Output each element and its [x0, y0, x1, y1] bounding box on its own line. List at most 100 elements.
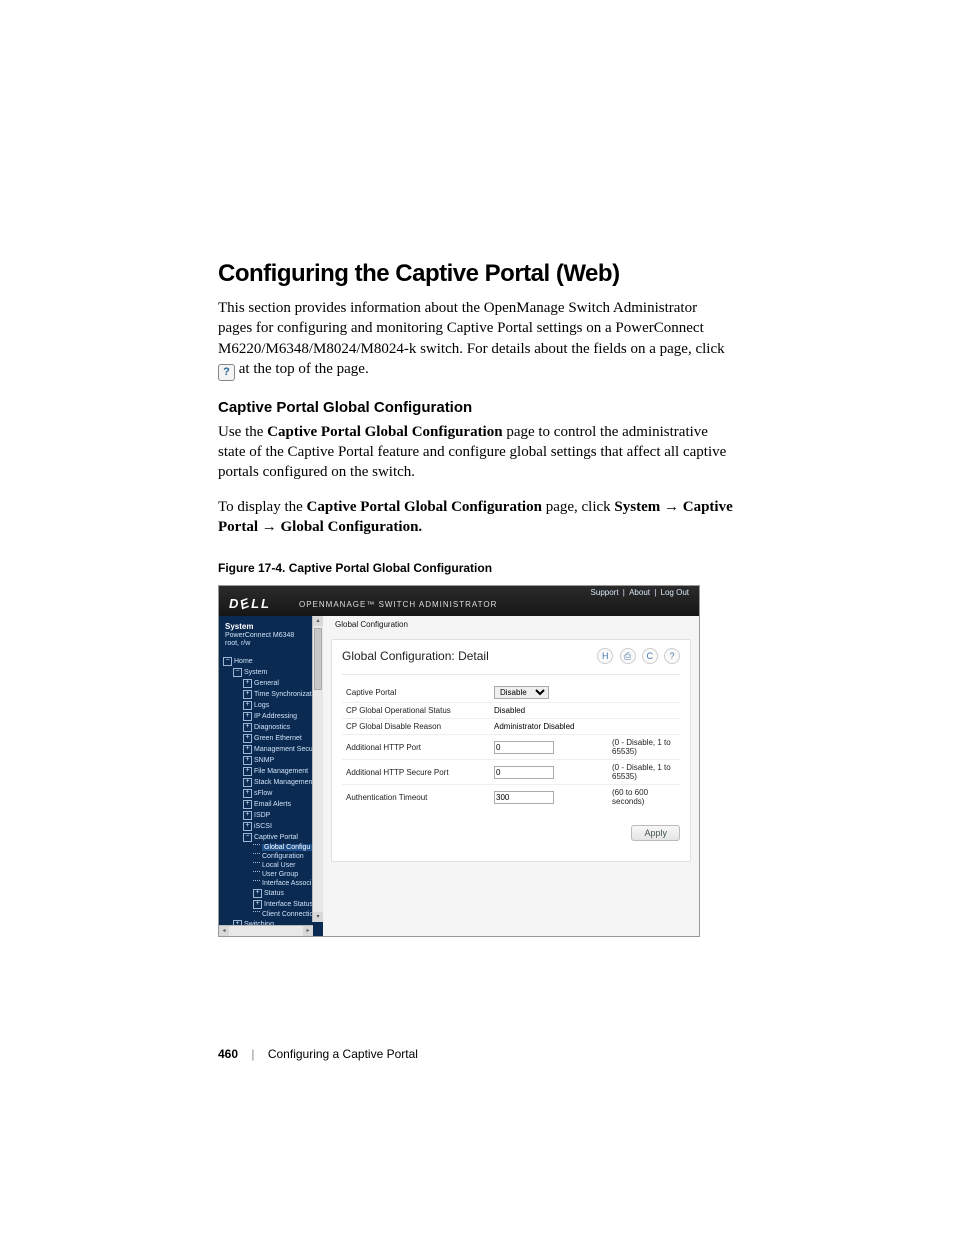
row-label: Captive Portal — [342, 683, 490, 703]
scroll-thumb[interactable] — [314, 628, 322, 690]
sidebar-model: PowerConnect M6348 — [225, 632, 317, 640]
expand-icon[interactable]: + — [243, 811, 252, 820]
p3-a: To display the — [218, 499, 307, 515]
print-icon[interactable]: ⎙ — [620, 648, 636, 664]
tree-item[interactable]: Time Synchronization — [254, 691, 321, 698]
collapse-icon[interactable]: − — [223, 657, 232, 666]
expand-icon[interactable]: + — [243, 756, 252, 765]
tree-item[interactable]: ISDP — [254, 812, 270, 819]
https-port-input[interactable] — [494, 766, 554, 779]
scroll-down-icon[interactable]: ▾ — [313, 912, 323, 922]
sidebar-hscrollbar[interactable]: ◂ ▸ — [219, 925, 313, 936]
apply-button[interactable]: Apply — [631, 825, 680, 841]
expand-icon[interactable]: + — [243, 690, 252, 699]
tree-item[interactable]: Email Alerts — [254, 801, 291, 808]
scroll-right-icon[interactable]: ▸ — [303, 926, 313, 936]
tree-cp-global-config[interactable]: Global Configu — [262, 844, 312, 851]
row-label: CP Global Disable Reason — [342, 719, 490, 735]
expand-icon[interactable]: + — [243, 800, 252, 809]
expand-icon[interactable]: + — [243, 734, 252, 743]
tree-branch-icon — [253, 853, 260, 855]
tree-cp-configuration[interactable]: Configuration — [262, 853, 304, 860]
footer-separator: | — [251, 1047, 254, 1061]
expand-icon[interactable]: + — [243, 789, 252, 798]
scroll-up-icon[interactable]: ▴ — [313, 616, 323, 626]
help-icon: ? — [218, 364, 235, 381]
config-form: Captive Portal Disable CP Global Operati… — [342, 683, 680, 809]
link-support[interactable]: Support — [591, 588, 619, 597]
collapse-icon[interactable]: − — [233, 668, 242, 677]
row-hint: (0 - Disable, 1 to 65535) — [608, 735, 680, 760]
p3-e: → — [660, 499, 683, 515]
link-logout[interactable]: Log Out — [661, 588, 689, 597]
row-label: Additional HTTP Port — [342, 735, 490, 760]
page-number: 460 — [218, 1047, 238, 1061]
tree-item[interactable]: iSCSI — [254, 823, 272, 830]
tree-item[interactable]: General — [254, 680, 279, 687]
tree-item[interactable]: SNMP — [254, 757, 274, 764]
save-icon[interactable]: H — [597, 648, 613, 664]
expand-icon[interactable]: + — [253, 900, 262, 909]
row-hint: (0 - Disable, 1 to 65535) — [608, 760, 680, 785]
row-label: Authentication Timeout — [342, 785, 490, 810]
row-hint — [608, 683, 680, 703]
tree-item[interactable]: Green Ethernet — [254, 735, 302, 742]
product-name: OPENMANAGE™ SWITCH ADMINISTRATOR — [299, 600, 497, 609]
help-icon[interactable]: ? — [664, 648, 680, 664]
expand-icon[interactable]: + — [243, 701, 252, 710]
sidebar-vscrollbar[interactable]: ▴ ▾ — [312, 616, 323, 922]
p3-b: Captive Portal Global Configuration — [307, 499, 542, 515]
tree-branch-icon — [253, 880, 260, 882]
p3-d: System — [614, 499, 660, 515]
auth-timeout-input[interactable] — [494, 791, 554, 804]
expand-icon[interactable]: + — [253, 889, 262, 898]
tree-captive-portal[interactable]: Captive Portal — [254, 834, 298, 841]
link-about[interactable]: About — [629, 588, 650, 597]
expand-icon[interactable]: + — [243, 822, 252, 831]
captive-portal-select[interactable]: Disable — [494, 686, 549, 699]
row-hint: (60 to 600 seconds) — [608, 785, 680, 810]
tree-branch-icon — [253, 862, 260, 864]
tree-item[interactable]: Diagnostics — [254, 724, 290, 731]
tree-cp-client-conn[interactable]: Client Connectio — [262, 911, 313, 918]
chapter-title: Configuring a Captive Portal — [268, 1047, 418, 1061]
tree-cp-user-group[interactable]: User Group — [262, 871, 298, 878]
figure-caption: Figure 17-4. Captive Portal Global Confi… — [218, 561, 734, 575]
tree-item[interactable]: IP Addressing — [254, 713, 297, 720]
p3-h: Global Configuration. — [280, 519, 422, 535]
nav-paragraph: To display the Captive Portal Global Con… — [218, 497, 734, 538]
tree-item[interactable]: sFlow — [254, 790, 272, 797]
tree-branch-icon — [253, 844, 260, 846]
row-label: CP Global Operational Status — [342, 703, 490, 719]
tree-item[interactable]: Logs — [254, 702, 269, 709]
topbar-links: Support | About | Log Out — [589, 588, 691, 597]
intro-text-b: at the top of the page. — [239, 361, 369, 377]
row-label: Additional HTTP Secure Port — [342, 760, 490, 785]
tree-system[interactable]: System — [244, 669, 267, 676]
row-value: Administrator Disabled — [490, 719, 680, 735]
nav-tree[interactable]: −Home −System +General +Time Synchroniza… — [219, 652, 323, 930]
expand-icon[interactable]: + — [243, 767, 252, 776]
tree-cp-interface-assoc[interactable]: Interface Associ — [262, 880, 311, 887]
expand-icon[interactable]: + — [243, 712, 252, 721]
detail-panel: Global Configuration: Detail H ⎙ C ? Cap… — [331, 639, 691, 862]
tree-item[interactable]: Stack Management — [254, 779, 314, 786]
collapse-icon[interactable]: − — [243, 833, 252, 842]
expand-icon[interactable]: + — [243, 723, 252, 732]
panel-title: Global Configuration: Detail — [342, 649, 489, 663]
tree-item[interactable]: File Management — [254, 768, 308, 775]
p3-c: page, click — [542, 499, 614, 515]
scroll-left-icon[interactable]: ◂ — [219, 926, 229, 936]
intro-text-a: This section provides information about … — [218, 300, 725, 357]
refresh-icon[interactable]: C — [642, 648, 658, 664]
tree-branch-icon — [253, 911, 260, 913]
expand-icon[interactable]: + — [243, 745, 252, 754]
tree-cp-interface-status[interactable]: Interface Status — [264, 901, 313, 908]
tree-cp-status[interactable]: Status — [264, 890, 284, 897]
tree-cp-local-user[interactable]: Local User — [262, 862, 295, 869]
expand-icon[interactable]: + — [243, 778, 252, 787]
http-port-input[interactable] — [494, 741, 554, 754]
intro-paragraph: This section provides information about … — [218, 298, 734, 381]
expand-icon[interactable]: + — [243, 679, 252, 688]
tree-home[interactable]: Home — [234, 658, 253, 665]
